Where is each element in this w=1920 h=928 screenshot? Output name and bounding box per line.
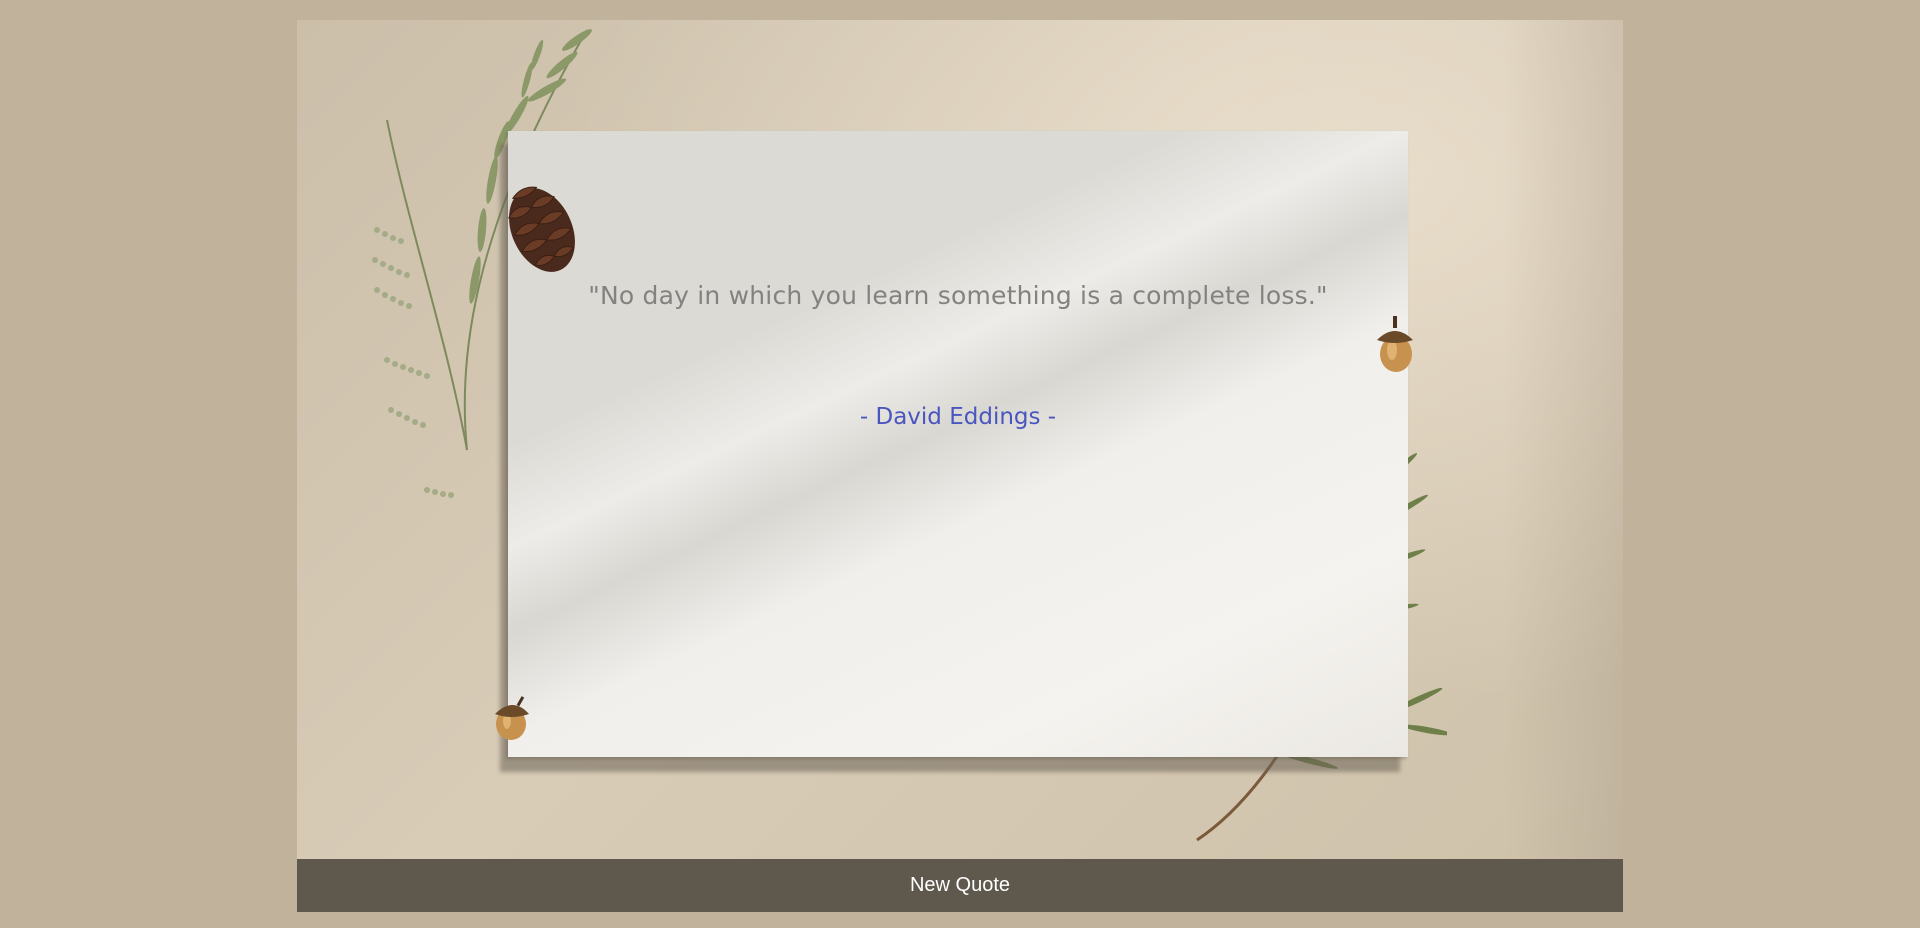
pinecone-icon <box>508 186 575 272</box>
quote-card: "No day in which you learn something is … <box>508 131 1408 757</box>
new-quote-button[interactable]: New Quote <box>297 859 1623 912</box>
acorn-icon <box>495 696 529 740</box>
quote-author: - David Eddings - <box>859 404 1057 430</box>
acorn-icon <box>1377 316 1413 372</box>
quote-text: "No day in which you learn something is … <box>588 281 1328 310</box>
background-scene: "No day in which you learn something is … <box>297 20 1623 859</box>
